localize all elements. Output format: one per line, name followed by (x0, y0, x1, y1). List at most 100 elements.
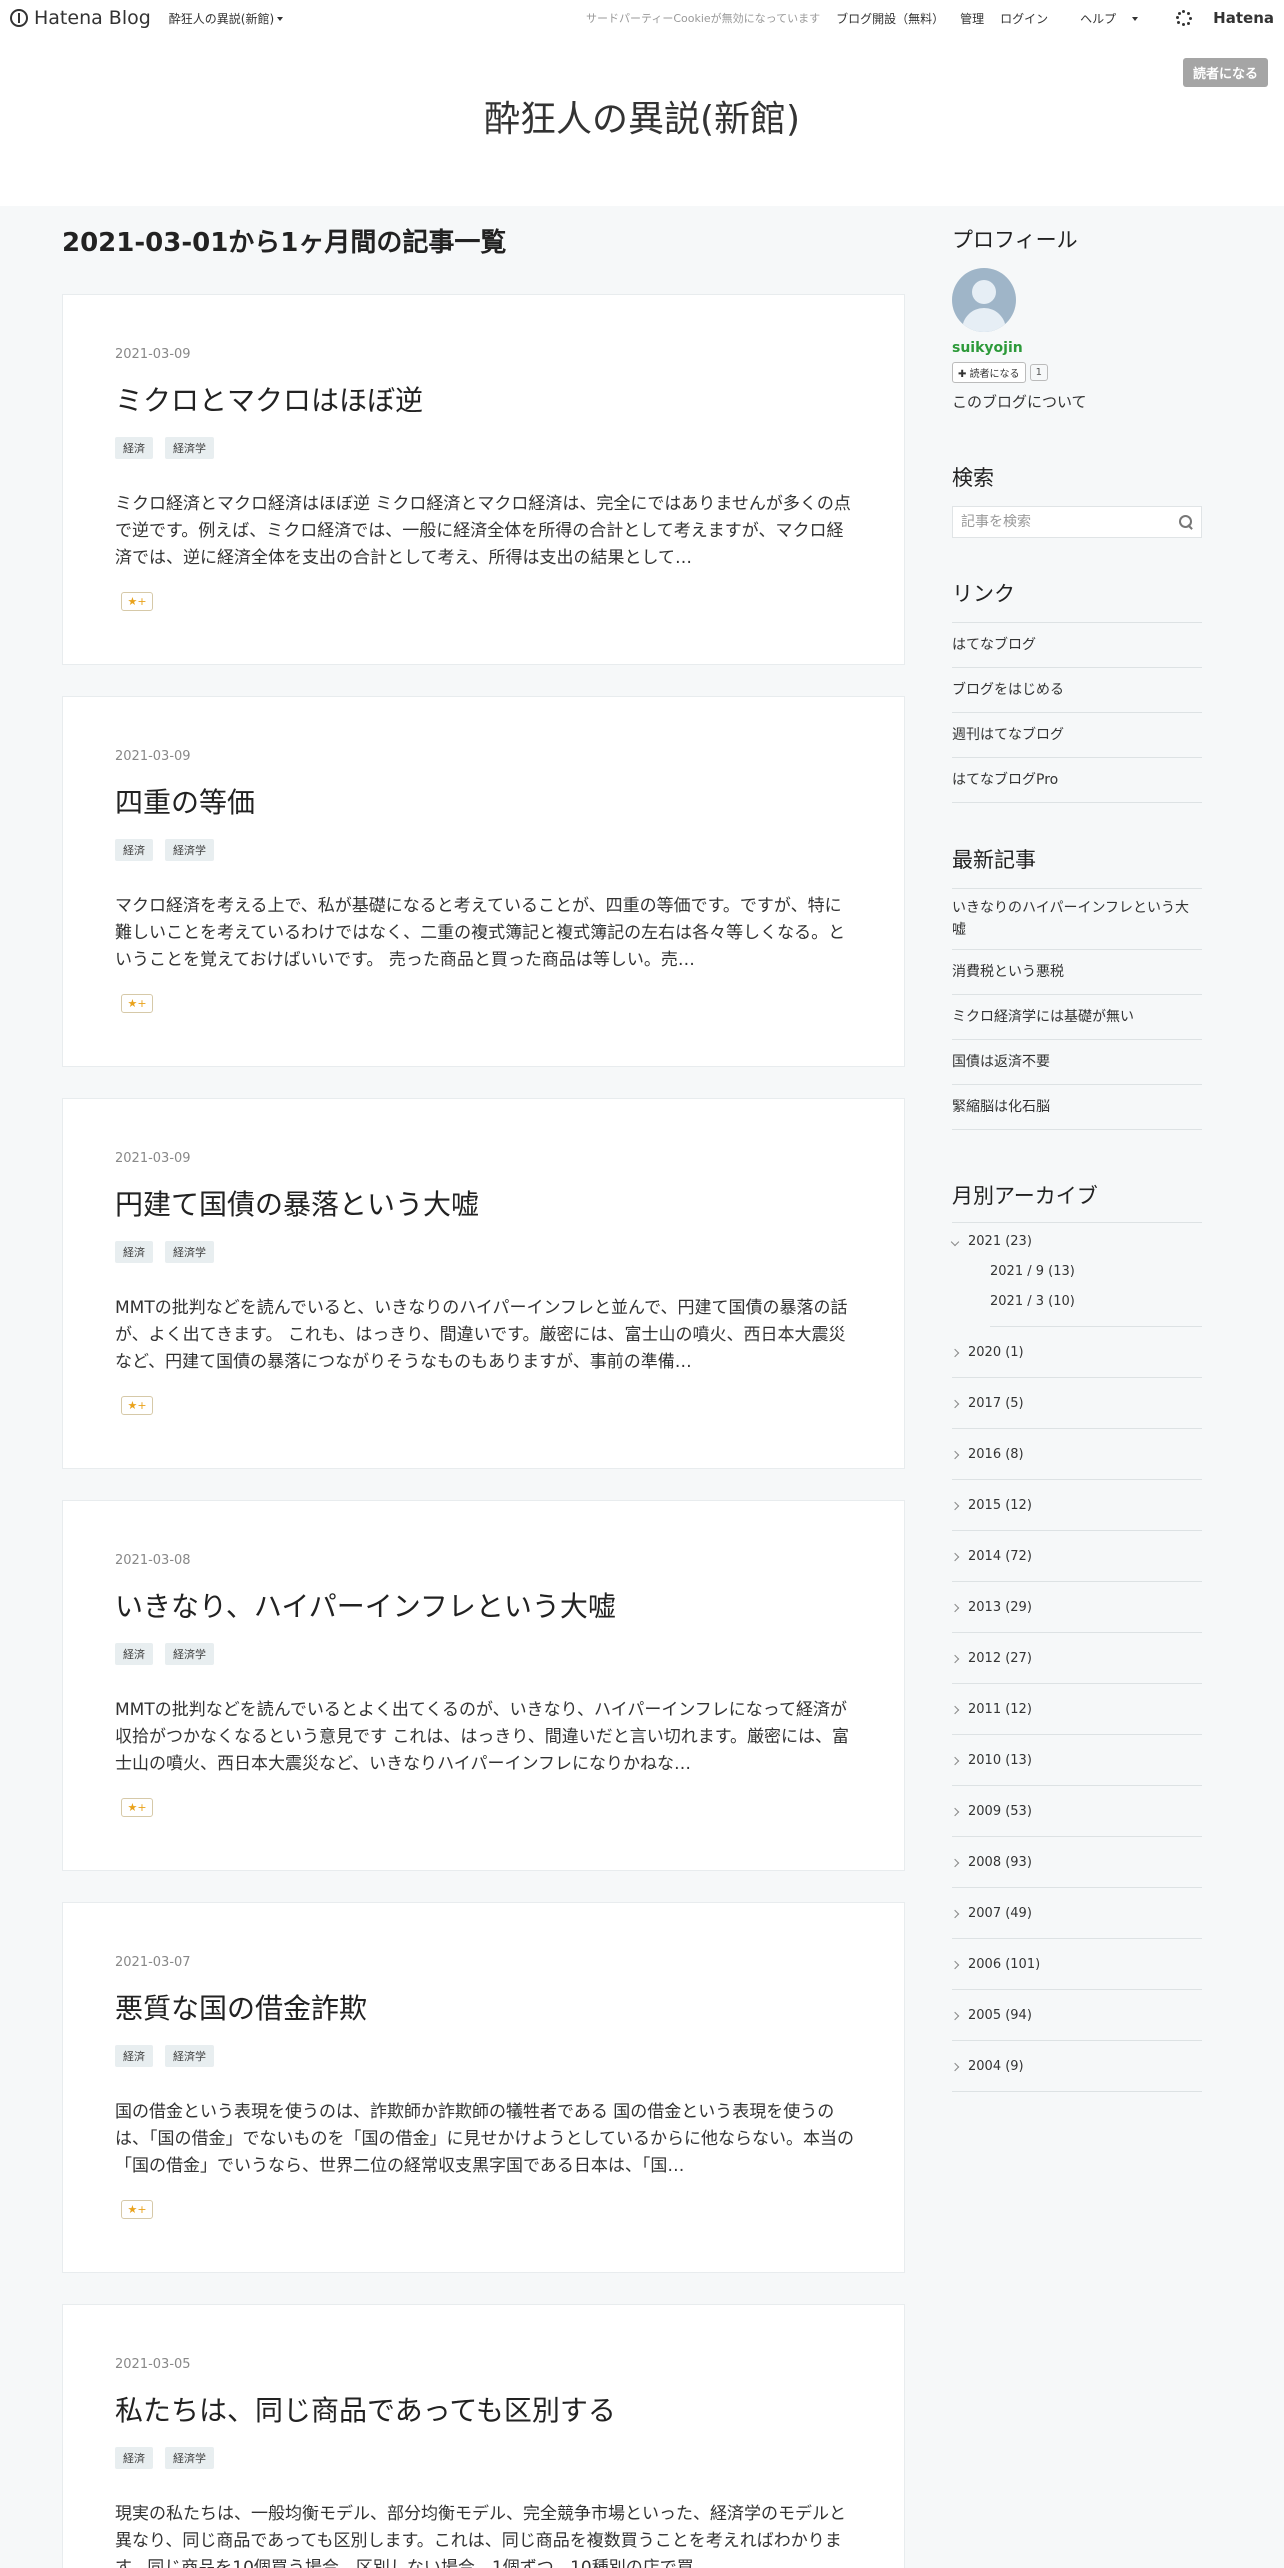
archive-year[interactable]: 2006 (101) (950, 1939, 1202, 1990)
entry-title[interactable]: 四重の等価 (115, 781, 255, 821)
entry-date[interactable]: 2021-03-05 (115, 2357, 191, 2372)
archive-year-label: 2014 (72) (968, 1549, 1032, 1564)
archive-year[interactable]: 2008 (93) (950, 1837, 1202, 1888)
archive-year[interactable]: 2017 (5) (950, 1378, 1202, 1429)
archive-year[interactable]: 2009 (53) (950, 1786, 1202, 1837)
archive-year[interactable]: 2010 (13) (950, 1735, 1202, 1786)
entry-card: 2021-03-07 悪質な国の借金詐欺 経済 経済学 国の借金という表現を使うの… (62, 1902, 905, 2273)
category-tag[interactable]: 経済 (115, 437, 153, 459)
archive-year[interactable]: 2011 (12) (950, 1684, 1202, 1735)
entry-card: 2021-03-09 ミクロとマクロはほぼ逆 経済 経済学 ミクロ経済とマクロ経済… (62, 294, 905, 665)
entry-date[interactable]: 2021-03-09 (115, 347, 191, 362)
chevron-right-icon (950, 1756, 960, 1765)
archive-year[interactable]: 2014 (72) (950, 1531, 1202, 1582)
category-tag[interactable]: 経済学 (165, 1643, 214, 1665)
archive-year[interactable]: 2004 (9) (950, 2041, 1202, 2092)
entry-title[interactable]: いきなり、ハイパーインフレという大嘘 (115, 1585, 616, 1625)
sidebar-search: 検索 (952, 462, 1202, 538)
entry-title[interactable]: 悪質な国の借金詐欺 (115, 1987, 367, 2027)
category-tag[interactable]: 経済学 (165, 1241, 214, 1263)
add-star-button[interactable]: ★+ (121, 994, 153, 1013)
about-blog-link[interactable]: このブログについて (952, 391, 1202, 412)
archive-year[interactable]: 2016 (8) (950, 1429, 1202, 1480)
chevron-right-icon (950, 1399, 960, 1408)
help-menu[interactable]: ヘルプ (1064, 10, 1139, 27)
category-tag[interactable]: 経済 (115, 1241, 153, 1263)
chevron-right-icon (950, 1705, 960, 1714)
caret-down-icon (1132, 17, 1139, 21)
sidebar-links: リンク はてなブログ ブログをはじめる 週刊はてなブログ はてなブログPro (952, 578, 1202, 803)
hatena-brand-link[interactable]: Hatena (1160, 9, 1274, 27)
profile-subscribe-button[interactable]: ✚ 読者になる (952, 362, 1026, 383)
entry-summary: MMTの批判などを読んでいると、いきなりのハイパーインフレと並んで、円建て国債の… (115, 1298, 848, 1372)
entry-title[interactable]: ミクロとマクロはほぼ逆 (115, 379, 423, 419)
cookie-notice[interactable]: サードパーティーCookieが無効になっています (586, 10, 820, 26)
entry-summary: マクロ経済を考える上で、私が基礎になると考えていることが、四重の等価です。ですが… (115, 896, 846, 970)
archive-year[interactable]: 2020 (1) (950, 1327, 1202, 1378)
search-input[interactable] (961, 514, 1179, 530)
archive-year-label: 2010 (13) (968, 1753, 1032, 1768)
archive-month-link[interactable]: 2021 / 9 (13) (990, 1264, 1202, 1279)
archive-year-label: 2004 (9) (968, 2059, 1024, 2074)
add-star-button[interactable]: ★+ (121, 2200, 153, 2219)
link-item[interactable]: はてなブログPro (952, 758, 1202, 803)
profile-name[interactable]: suikyojin (952, 340, 1202, 356)
entry-card: 2021-03-08 いきなり、ハイパーインフレという大嘘 経済 経済学 MMTの… (62, 1500, 905, 1871)
archive-year-2021[interactable]: 2021 (23) (950, 1234, 1202, 1249)
archive-year[interactable]: 2012 (27) (950, 1633, 1202, 1684)
links-heading: リンク (952, 582, 1015, 606)
entry-title[interactable]: 私たちは、同じ商品であっても区別する (115, 2389, 616, 2429)
admin-link[interactable]: 管理 (960, 10, 984, 27)
add-star-button[interactable]: ★+ (121, 1396, 153, 1415)
entry-date[interactable]: 2021-03-09 (115, 749, 191, 764)
chevron-right-icon (950, 1603, 960, 1612)
category-tag[interactable]: 経済 (115, 1643, 153, 1665)
category-tag[interactable]: 経済 (115, 839, 153, 861)
category-tag[interactable]: 経済 (115, 2045, 153, 2067)
avatar[interactable] (952, 268, 1016, 332)
chevron-down-icon (950, 1237, 960, 1246)
chevron-right-icon (950, 1960, 960, 1969)
chevron-right-icon (950, 1858, 960, 1867)
category-tag[interactable]: 経済 (115, 2447, 153, 2469)
blog-switch-menu[interactable]: 酔狂人の異説(新館) (169, 10, 284, 27)
search-box (952, 506, 1202, 538)
category-tag[interactable]: 経済学 (165, 2045, 214, 2067)
blog-title[interactable]: 酔狂人の異説(新館) (0, 90, 1284, 142)
archive-year[interactable]: 2013 (29) (950, 1582, 1202, 1633)
category-tag[interactable]: 経済学 (165, 839, 214, 861)
recent-entry-link[interactable]: 国債は返済不要 (952, 1040, 1202, 1085)
archive-year[interactable]: 2007 (49) (950, 1888, 1202, 1939)
link-item[interactable]: 週刊はてなブログ (952, 713, 1202, 758)
recent-entry-link[interactable]: いきなりのハイパーインフレという大嘘 (952, 889, 1202, 950)
entry-title[interactable]: 円建て国債の暴落という大嘘 (115, 1183, 479, 1223)
link-item[interactable]: はてなブログ (952, 623, 1202, 668)
category-tag[interactable]: 経済学 (165, 2447, 214, 2469)
archive-heading: 2021-03-01から1ヶ月間の記事一覧 (62, 228, 507, 258)
subscriber-count[interactable]: 1 (1029, 364, 1048, 381)
add-star-button[interactable]: ★+ (121, 1798, 153, 1817)
sidebar-recent: 最新記事 いきなりのハイパーインフレという大嘘 消費税という悪税 ミクロ経済学に… (952, 844, 1202, 1130)
category-tag[interactable]: 経済学 (165, 437, 214, 459)
search-icon[interactable] (1179, 515, 1193, 529)
hatena-blog-logo[interactable]: Hatena Blog (10, 7, 151, 29)
sidebar-archive: 月別アーカイブ 2021 (23) 2021 / 9 (13) 2021 / 3… (950, 1180, 1202, 2100)
profile-subscribe-label: 読者になる (969, 369, 1020, 380)
archive-month-link[interactable]: 2021 / 3 (10) (990, 1294, 1202, 1327)
recent-entry-link[interactable]: 緊縮脳は化石脳 (952, 1085, 1202, 1130)
recent-entry-link[interactable]: ミクロ経済学には基礎が無い (952, 995, 1202, 1040)
logo-text: Hatena Blog (34, 7, 151, 29)
archive-year[interactable]: 2005 (94) (950, 1990, 1202, 2041)
recent-entry-link[interactable]: 消費税という悪税 (952, 950, 1202, 995)
entry-date[interactable]: 2021-03-08 (115, 1553, 191, 1568)
entry-date[interactable]: 2021-03-09 (115, 1151, 191, 1166)
add-star-button[interactable]: ★+ (121, 592, 153, 611)
chevron-right-icon (950, 1552, 960, 1561)
login-link[interactable]: ログイン (1000, 10, 1048, 27)
subscribe-button[interactable]: 読者になる (1182, 58, 1268, 87)
chevron-right-icon (950, 1501, 960, 1510)
start-blog-link[interactable]: ブログ開設（無料） (836, 10, 944, 27)
link-item[interactable]: ブログをはじめる (952, 668, 1202, 713)
archive-year[interactable]: 2015 (12) (950, 1480, 1202, 1531)
entry-date[interactable]: 2021-03-07 (115, 1955, 191, 1970)
